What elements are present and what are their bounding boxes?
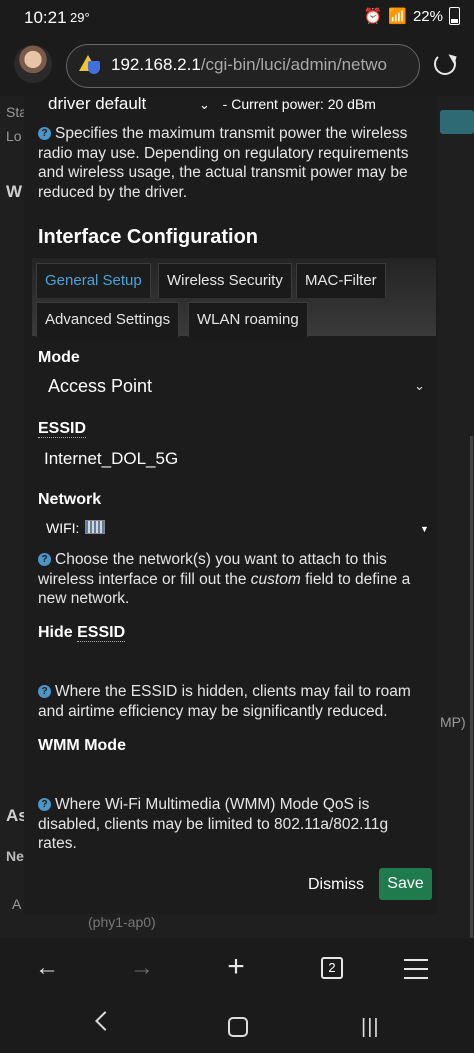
wireless-config-modal: driver default ⌄ - Current power: 20 dBm… — [24, 96, 438, 914]
tab-wireless-security[interactable]: Wireless Security — [158, 263, 292, 298]
tab-advanced-settings[interactable]: Advanced Settings — [36, 302, 180, 337]
hide-essid-help: ? Where the ESSID is hidden, clients may … — [38, 682, 430, 721]
browser-toolbar: ← → + 2 — [0, 938, 474, 996]
url-path: /cgi-bin/luci/admin/netwo — [200, 55, 387, 74]
current-power: - Current power: 20 dBm — [222, 96, 376, 112]
plus-icon[interactable]: + — [216, 950, 256, 984]
recents-icon[interactable]: ||| — [361, 1016, 380, 1039]
clock: 10:21 — [24, 8, 67, 27]
tab-mac-filter[interactable]: MAC-Filter — [296, 263, 386, 298]
bg-label: A — [12, 896, 22, 912]
browser-address-bar: 192.168.2.1/cgi-bin/luci/admin/netwo — [0, 36, 474, 96]
essid-label-text: ESSID — [38, 420, 87, 438]
tabs-button[interactable]: 2 — [321, 957, 343, 979]
tx-power-select[interactable]: driver default ⌄ - Current power: 20 dBm — [48, 96, 376, 114]
back-icon[interactable] — [95, 1011, 115, 1031]
network-interface-icon — [85, 520, 106, 534]
reload-icon[interactable] — [434, 53, 456, 75]
device-id: (phy1-ap0) — [88, 914, 156, 930]
shield-icon — [88, 61, 100, 74]
dismiss-button[interactable]: Dismiss — [308, 876, 364, 894]
help-icon: ? — [38, 127, 51, 140]
tx-power-help-text: Specifies the maximum transmit power the… — [38, 125, 409, 201]
bg-heading: W — [6, 182, 23, 201]
section-title: Interface Configuration — [38, 226, 259, 248]
url-field[interactable]: 192.168.2.1/cgi-bin/luci/admin/netwo — [66, 44, 420, 88]
scrollbar[interactable] — [470, 436, 473, 946]
url-text[interactable]: 192.168.2.1/cgi-bin/luci/admin/netwo — [111, 55, 387, 75]
tx-power-help: ? Specifies the maximum transmit power th… — [38, 124, 430, 202]
wmm-mode-help-text: Where Wi-Fi Multimedia (WMM) Mode QoS is… — [38, 796, 389, 852]
url-host: 192.168.2.1 — [111, 55, 201, 74]
network-help: ? Choose the network(s) you want to attac… — [38, 550, 430, 609]
status-icons: ⏰ 📶 22% — [364, 7, 460, 25]
network-value: WIFI: — [46, 520, 106, 536]
chevron-down-icon: ⌄ — [414, 378, 425, 393]
mode-value: Access Point — [48, 376, 153, 396]
wmm-mode-label: WMM Mode — [38, 737, 126, 754]
network-help-em: custom — [250, 570, 301, 588]
bg-label: Ne — [6, 848, 24, 864]
alarm-icon: ⏰ — [363, 8, 383, 25]
tx-power-value: driver default — [48, 96, 147, 113]
essid-input[interactable]: Internet_DOL_5G — [44, 449, 178, 469]
avatar[interactable] — [14, 45, 52, 83]
bg-text: MP) — [440, 714, 466, 730]
back-arrow-icon[interactable]: ← — [27, 954, 67, 982]
battery-icon — [449, 7, 460, 25]
wmm-mode-help: ? Where Wi-Fi Multimedia (WMM) Mode QoS i… — [38, 795, 430, 854]
mode-label: Mode — [38, 349, 80, 366]
tab-bar: General Setup Wireless Security MAC-Filt… — [32, 258, 436, 337]
bg-text: Lo — [6, 128, 22, 144]
temperature: 29° — [70, 10, 90, 25]
save-button[interactable]: Save — [379, 868, 432, 900]
caret-down-icon: ▼ — [420, 524, 429, 534]
system-nav-bar: ||| — [0, 996, 474, 1053]
help-icon: ? — [38, 553, 51, 566]
help-icon: ? — [38, 685, 51, 698]
chevron-down-icon: ⌄ — [199, 97, 210, 112]
tab-wlan-roaming[interactable]: WLAN roaming — [188, 302, 308, 337]
network-value-text: WIFI: — [46, 520, 80, 536]
hide-essid-label-term: ESSID — [77, 624, 126, 642]
hide-essid-label-prefix: Hide — [38, 624, 78, 641]
essid-label: ESSID — [38, 420, 87, 438]
tab-general-setup[interactable]: General Setup — [36, 263, 151, 298]
status-bar: 10:21 29° ⏰ 📶 22% — [0, 0, 474, 36]
help-icon: ? — [38, 798, 51, 811]
hide-essid-help-text: Where the ESSID is hidden, clients may f… — [38, 683, 411, 720]
menu-icon[interactable] — [404, 959, 428, 979]
bg-button[interactable] — [440, 110, 474, 134]
battery-percent: 22% — [412, 7, 443, 25]
wifi-icon: 📶 — [388, 8, 407, 25]
home-icon[interactable] — [228, 1017, 248, 1037]
hide-essid-label: Hide ESSID — [38, 624, 126, 642]
forward-arrow-icon[interactable]: → — [122, 954, 162, 982]
network-label: Network — [38, 491, 102, 508]
